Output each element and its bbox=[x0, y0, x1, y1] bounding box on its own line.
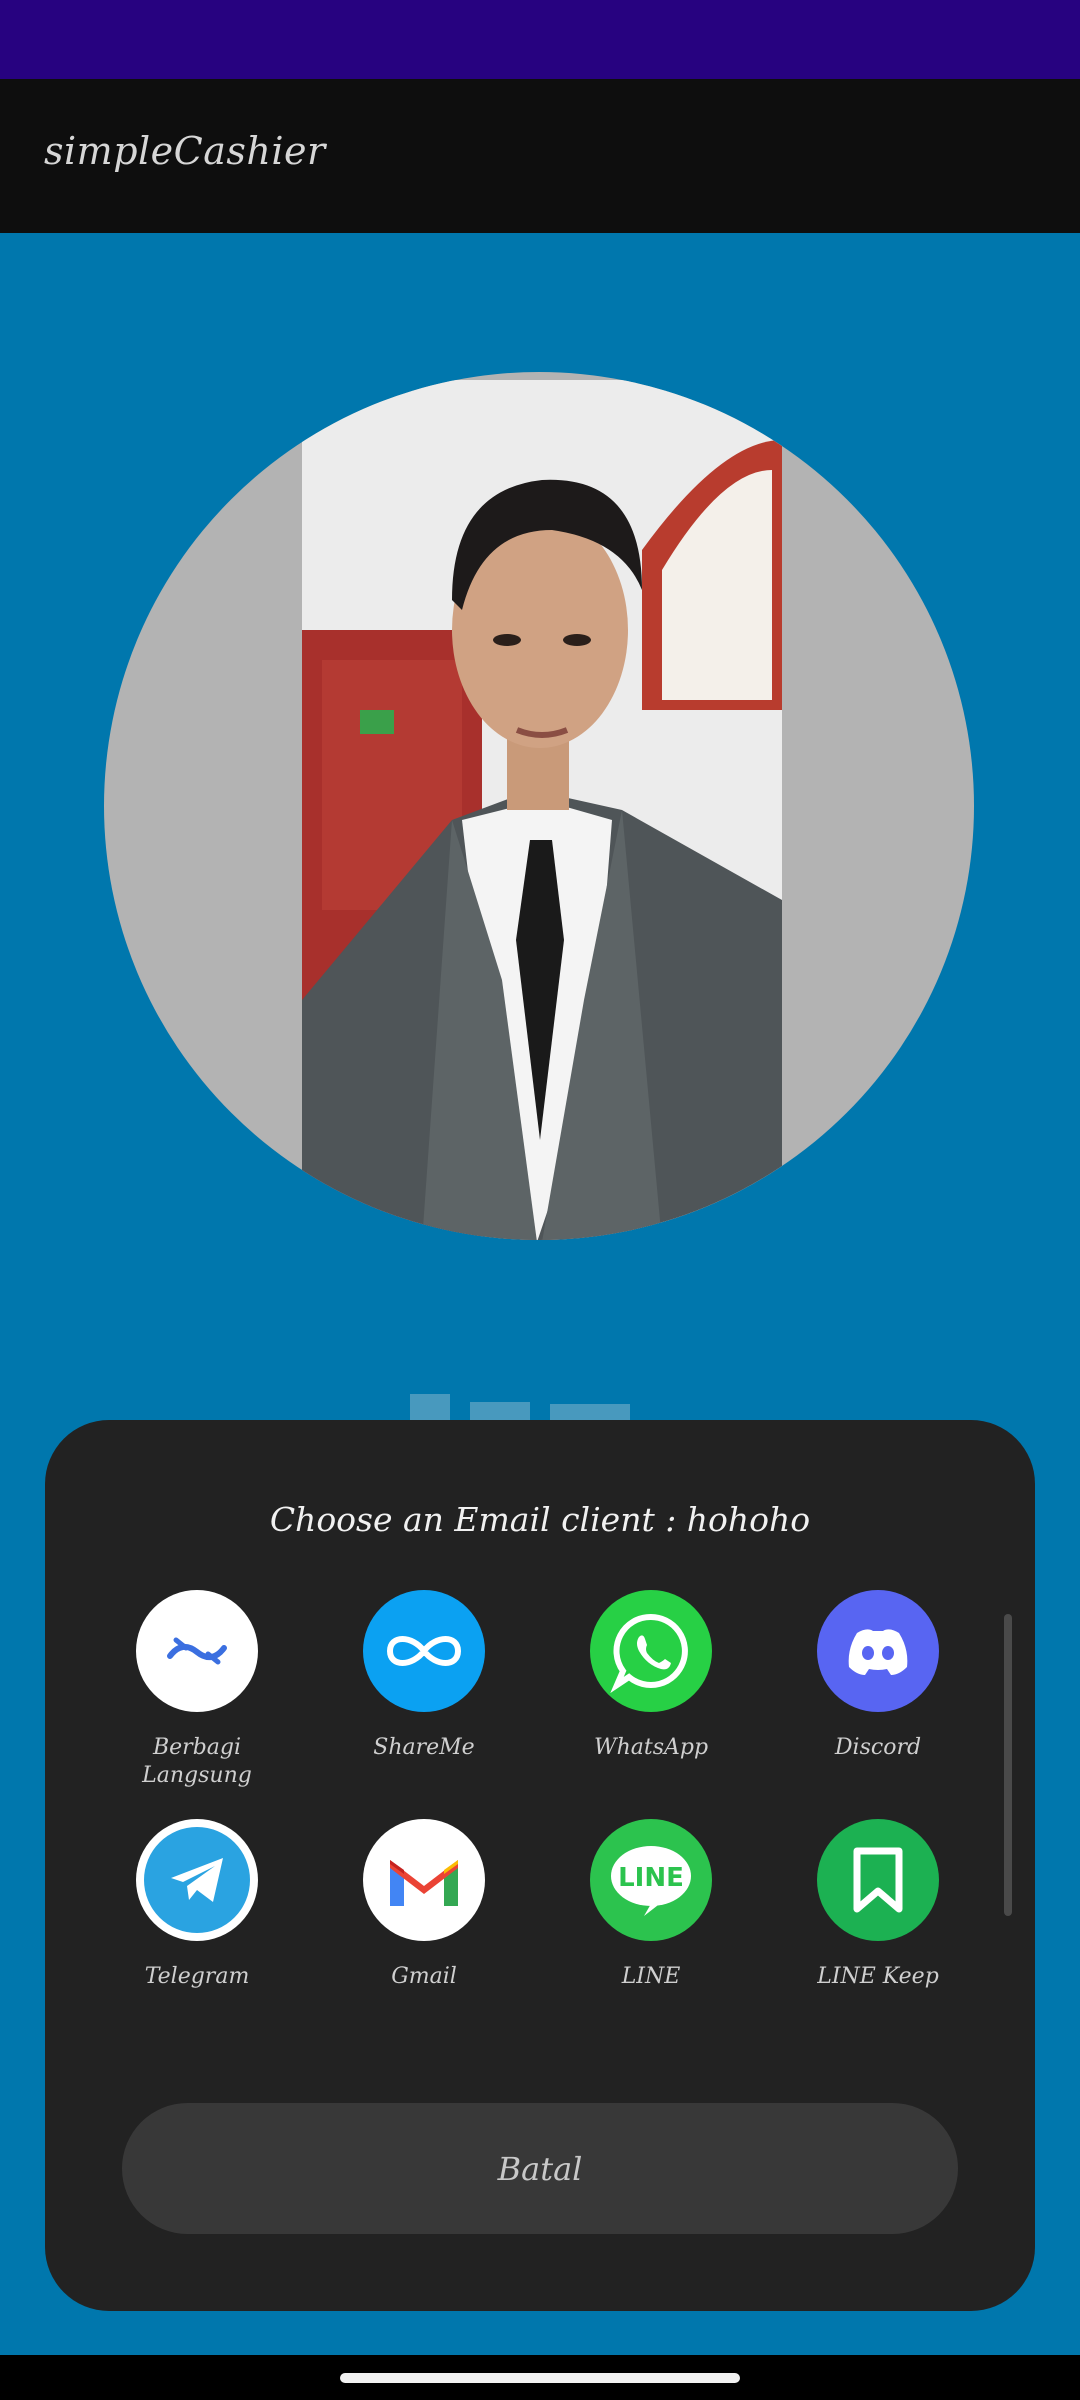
app-item-line-keep[interactable]: LINE Keep bbox=[778, 1819, 978, 1991]
app-item-whatsapp[interactable]: WhatsApp bbox=[551, 1590, 751, 1762]
app-item-gmail[interactable]: Gmail bbox=[324, 1819, 524, 1991]
navigation-bar bbox=[0, 2355, 1080, 2400]
app-bar: simpleCashier bbox=[0, 79, 1080, 233]
profile-photo bbox=[302, 380, 782, 1240]
gmail-icon bbox=[363, 1819, 485, 1941]
app-label: Gmail bbox=[391, 1964, 457, 1989]
svg-text:LINE: LINE bbox=[618, 1863, 684, 1893]
line-keep-icon bbox=[817, 1819, 939, 1941]
share-sheet-title: Choose an Email client : hohoho bbox=[269, 1500, 811, 1539]
telegram-icon bbox=[136, 1819, 258, 1941]
line-icon: LINE bbox=[590, 1819, 712, 1941]
cancel-button[interactable]: Batal bbox=[122, 2103, 958, 2234]
home-indicator[interactable] bbox=[340, 2373, 740, 2383]
app-item-berbagi-langsung[interactable]: Berbagi Langsung bbox=[97, 1590, 297, 1790]
app-title: simpleCashier bbox=[44, 129, 326, 173]
whatsapp-icon bbox=[590, 1590, 712, 1712]
share-sheet: Choose an Email client : hohoho Berbagi … bbox=[45, 1420, 1035, 2311]
profile-avatar bbox=[104, 372, 974, 1240]
shareme-icon bbox=[363, 1590, 485, 1712]
status-bar bbox=[0, 0, 1080, 79]
background-text bbox=[400, 1388, 700, 1420]
discord-icon bbox=[817, 1590, 939, 1712]
app-label: ShareMe bbox=[373, 1735, 475, 1760]
app-label: LINE bbox=[621, 1964, 681, 1989]
berbagi-langsung-icon bbox=[136, 1590, 258, 1712]
app-label: Discord bbox=[834, 1735, 922, 1760]
app-label: Berbagi Langsung bbox=[142, 1735, 252, 1788]
app-grid: Berbagi Langsung ShareMe WhatsApp Discor… bbox=[45, 1590, 1035, 2000]
app-item-line[interactable]: LINE LINE bbox=[551, 1819, 751, 1991]
app-item-discord[interactable]: Discord bbox=[778, 1590, 978, 1762]
app-label: Telegram bbox=[144, 1964, 250, 1989]
app-label: WhatsApp bbox=[593, 1735, 709, 1760]
app-item-shareme[interactable]: ShareMe bbox=[324, 1590, 524, 1762]
app-label: LINE Keep bbox=[817, 1964, 939, 1989]
app-item-telegram[interactable]: Telegram bbox=[97, 1819, 297, 1991]
